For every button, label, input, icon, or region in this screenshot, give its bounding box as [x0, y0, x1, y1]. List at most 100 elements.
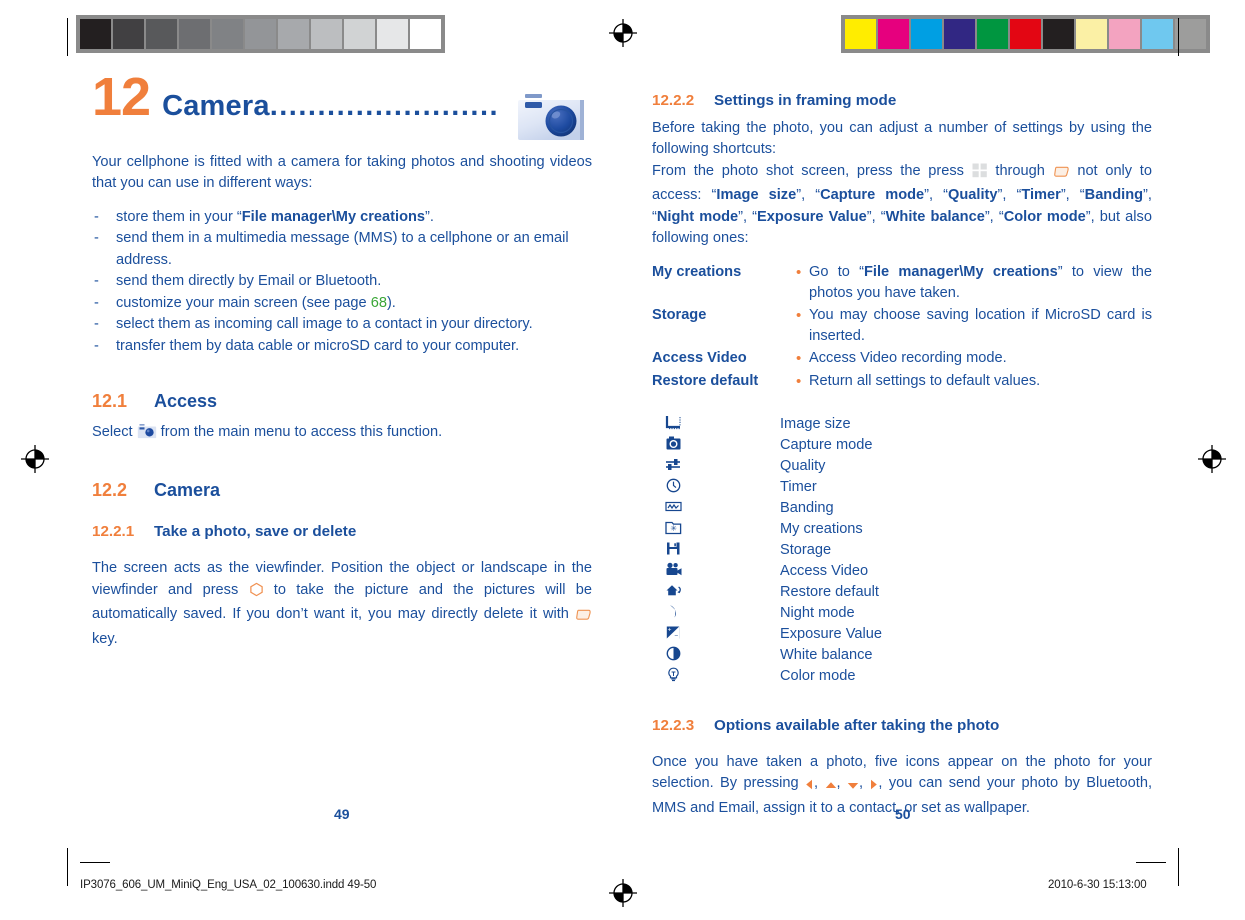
list-item: ✳ My creations — [652, 519, 882, 540]
usage-list: - store them in your “File manager\My cr… — [92, 207, 592, 357]
subsection-number: 12.2.1 — [92, 523, 135, 541]
icon-label: Access Video — [780, 562, 869, 579]
icon-label: Capture mode — [780, 436, 873, 453]
dash-marker: - — [94, 337, 99, 354]
image-size-icon — [652, 414, 685, 435]
list-item: - send them directly by Email or Bluetoo… — [92, 271, 592, 292]
nav-left-arrow-icon — [805, 776, 814, 797]
table-row: Storage • You may choose saving location… — [652, 305, 1152, 348]
list-item-text-pre: select them as incoming call image to a … — [116, 316, 533, 333]
setting-description: You may choose saving location if MicroS… — [809, 306, 1152, 345]
list-item-text-post: ). — [386, 294, 396, 311]
icon-label: White balance — [780, 646, 873, 663]
list-item: Night mode — [652, 603, 882, 624]
section-heading-access: 12.1 Access — [92, 391, 592, 412]
framing-paragraph-2: From the photo shot screen, press the pr… — [652, 161, 1152, 250]
bullet-marker: • — [796, 306, 802, 324]
list-item-text-pre: customize your main screen (see page — [116, 294, 371, 311]
list-item: Timer — [652, 477, 882, 498]
shortcut-term-4: “Banding”, — [1079, 187, 1152, 204]
list-item: + − Exposure Value — [652, 624, 882, 645]
shortcut-term-1: “Capture mode”, — [815, 187, 944, 204]
list-item: White balance — [652, 645, 882, 666]
list-item: - customize your main screen (see page 6… — [92, 293, 592, 314]
list-item: Capture mode — [652, 435, 882, 456]
subsection-title: Take a photo, save or delete — [154, 523, 357, 541]
access-text-after: from the main menu to access this functi… — [156, 423, 443, 440]
list-item: Restore default — [652, 582, 882, 603]
storage-floppy-icon — [652, 540, 685, 561]
chapter-title: Camera — [162, 90, 270, 122]
subsection-number: 12.2.3 — [652, 716, 695, 734]
my-creations-folder-icon: ✳ — [652, 519, 685, 540]
icon-label: Image size — [780, 415, 851, 432]
section-number: 12.2 — [92, 480, 128, 501]
list-item: Banding — [652, 498, 882, 519]
page-spread: 12 Camera ........................ Your … — [0, 0, 1245, 920]
menu-grid-icon — [972, 163, 988, 185]
section-title: Access — [154, 390, 218, 411]
page-reference-link[interactable]: 68 — [371, 295, 387, 311]
camera-illustration-icon — [518, 94, 584, 140]
intro-paragraph: Your cellphone is fitted with a camera f… — [92, 154, 592, 192]
night-mode-moon-icon — [652, 603, 685, 624]
list-item: Color mode — [652, 666, 882, 687]
list-item-text-pre: store them in your “ — [116, 208, 242, 225]
section-number: 12.1 — [92, 390, 128, 411]
dash-marker: - — [94, 273, 99, 290]
section-title: Camera — [154, 480, 221, 501]
icon-legend-table: Image size Capture mode Quality Timer Ba… — [652, 414, 882, 687]
setting-term: My creations — [652, 263, 742, 280]
subsection-title: Settings in framing mode — [714, 92, 897, 109]
icon-label: Quality — [780, 457, 826, 474]
subsection-heading-take-photo: 12.2.1 Take a photo, save or delete — [92, 523, 592, 540]
svg-text:−: − — [674, 633, 678, 640]
bullet-marker: • — [796, 263, 802, 281]
icon-label: Restore default — [780, 583, 879, 600]
svg-text:✳: ✳ — [670, 524, 677, 533]
camera-menu-icon — [137, 423, 157, 446]
dash-marker: - — [94, 294, 99, 311]
setting-description: Go to “File manager\My creations” to vie… — [809, 263, 1152, 301]
dash-marker: - — [94, 316, 99, 333]
nav-up-arrow-icon — [825, 776, 837, 797]
icon-label: My creations — [780, 520, 863, 537]
shortcut-term-5: “Night mode”, — [652, 208, 753, 225]
shortcut-term-3: “Timer”, — [1016, 187, 1080, 204]
exposure-value-icon: + − — [652, 624, 685, 645]
framing-text-b: through — [987, 162, 1053, 179]
icon-label: Color mode — [780, 667, 856, 684]
shortcut-term-6: “Exposure Value”, — [752, 208, 881, 225]
list-item: - store them in your “File manager\My cr… — [92, 207, 592, 228]
take-photo-paragraph: The screen acts as the viewfinder. Posit… — [92, 558, 592, 650]
settings-table: My creations • Go to “File manager\My cr… — [652, 262, 1152, 394]
back-delete-key-icon — [575, 607, 592, 628]
framing-paragraph-1: Before taking the photo, you can adjust … — [652, 120, 1152, 158]
arrow-sep-3: , — [858, 775, 870, 792]
list-item: - transfer them by data cable or microSD… — [92, 336, 592, 357]
arrow-sep-2: , — [836, 775, 847, 792]
footer-filename: IP3076_606_UM_MiniQ_Eng_USA_02_100630.in… — [80, 879, 377, 891]
ok-key-icon — [249, 582, 264, 604]
framing-text-a: From the photo shot screen, press the pr… — [652, 162, 972, 179]
icon-label: Timer — [780, 478, 817, 495]
setting-description: Return all settings to default values. — [809, 373, 1041, 389]
banding-wave-icon — [652, 498, 685, 519]
table-row: My creations • Go to “File manager\My cr… — [652, 262, 1152, 305]
list-item-text-pre: send them directly by Email or Bluetooth… — [116, 273, 382, 290]
nav-down-arrow-icon — [847, 776, 859, 797]
capture-mode-icon — [652, 435, 685, 456]
page-number-right: 50 — [895, 806, 911, 822]
dot-leader: ........................ — [269, 92, 500, 121]
chapter-number: 12 — [92, 67, 151, 127]
subsection-title: Options available after taking the photo — [714, 716, 1000, 734]
list-item: Access Video — [652, 561, 882, 582]
list-item-text-post: ”. — [425, 208, 434, 225]
shortcut-term-8: “Color mode”, — [998, 208, 1100, 225]
icon-label: Storage — [780, 541, 832, 558]
list-item: Storage — [652, 540, 882, 561]
table-row: Access Video • Access Video recording mo… — [652, 348, 1152, 371]
section-heading-camera: 12.2 Camera — [92, 480, 592, 501]
list-item: Image size — [652, 414, 882, 435]
bullet-marker: • — [796, 373, 802, 390]
